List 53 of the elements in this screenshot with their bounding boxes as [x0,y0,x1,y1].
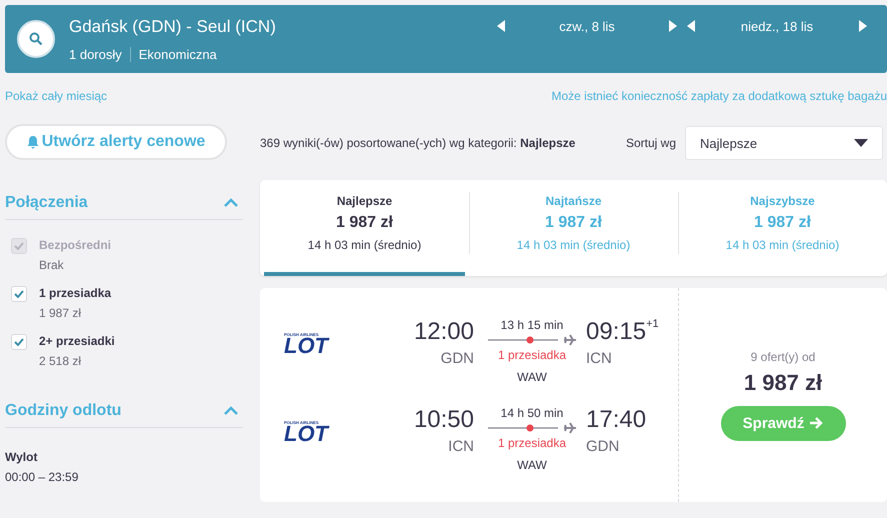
results-summary: 369 wyniki(-ów) posortowane(-ych) wg kategorii: Najlepsze [260,136,576,150]
show-month-link[interactable]: Pokaż cały miesiąc [5,89,108,107]
filter-price: Brak [39,258,65,272]
passenger-count: 1 dorosły [69,46,122,62]
sort-label: Sortuj wg [626,136,676,150]
previous-date-icon[interactable] [497,20,505,32]
stopover-airport: WAW [517,458,547,472]
date-label[interactable]: niedz., 18 lis [740,18,814,34]
checkmark-icon [14,242,24,250]
baggage-link[interactable]: Może istnieć konieczność zapłaty za dodatkową sztukę bagażu [551,89,887,107]
stops-label: 1 przesiadka [498,348,566,362]
filter-price: 2 518 zł [39,354,82,368]
arrival-time: 17:40 [586,406,646,434]
departure-time: 10:50 [414,406,474,434]
chevron-up-icon[interactable] [223,198,239,208]
date-label[interactable]: czw., 8 lis [559,18,615,34]
filter-heading: Połączenia [5,194,88,212]
search-icon[interactable] [17,20,55,58]
flight-duration: 13 h 15 min [500,318,564,332]
filter-label: Bezpośredni [39,238,112,252]
checkmark-icon [14,338,24,346]
sort-dropdown[interactable]: Najlepsze [685,126,884,160]
next-date-icon[interactable] [669,20,677,32]
arrow-right-icon [810,417,824,429]
filter-price: 1 987 zł [39,306,82,320]
check-button[interactable]: Sprawdź [720,406,846,440]
previous-date-icon[interactable] [687,20,695,32]
airport-code: GDN [440,350,474,367]
airport-code: ICN [586,350,612,367]
filter-label: 2+ przesiadki [39,334,115,348]
bell-icon [26,135,39,149]
cabin-class: Ekonomiczna [138,46,217,62]
airport-code: GDN [586,438,620,455]
filter-heading: Godziny odlotu [5,402,122,420]
offer-price: 1 987 zł [744,370,822,396]
offer-count: 9 ofert(y) od [750,350,816,364]
checkbox[interactable] [11,334,27,350]
airport-code: ICN [448,438,474,455]
route-title: Gdańsk (GDN) - Seul (ICN) [69,16,277,36]
flight-duration: 14 h 50 min [500,406,564,420]
next-date-icon[interactable] [858,20,867,32]
stops-label: 1 przesiadka [498,436,566,450]
time-filter-label: Wylot [5,450,38,464]
chevron-up-icon[interactable] [223,406,239,416]
checkmark-icon [14,290,24,298]
dropdown-caret-icon [854,139,868,147]
sort-tab[interactable]: Najlepsze 1 987 zł 14 h 03 min (średnio) [264,180,465,276]
departure-time: 12:00 [414,318,474,346]
time-range: 00:00 – 23:59 [5,470,80,484]
stopover-airport: WAW [517,370,547,384]
price-alert-button[interactable]: Utwórz alerty cenowe [5,124,227,160]
checkbox[interactable] [11,286,27,302]
filter-label: 1 przesiadka [39,286,112,300]
